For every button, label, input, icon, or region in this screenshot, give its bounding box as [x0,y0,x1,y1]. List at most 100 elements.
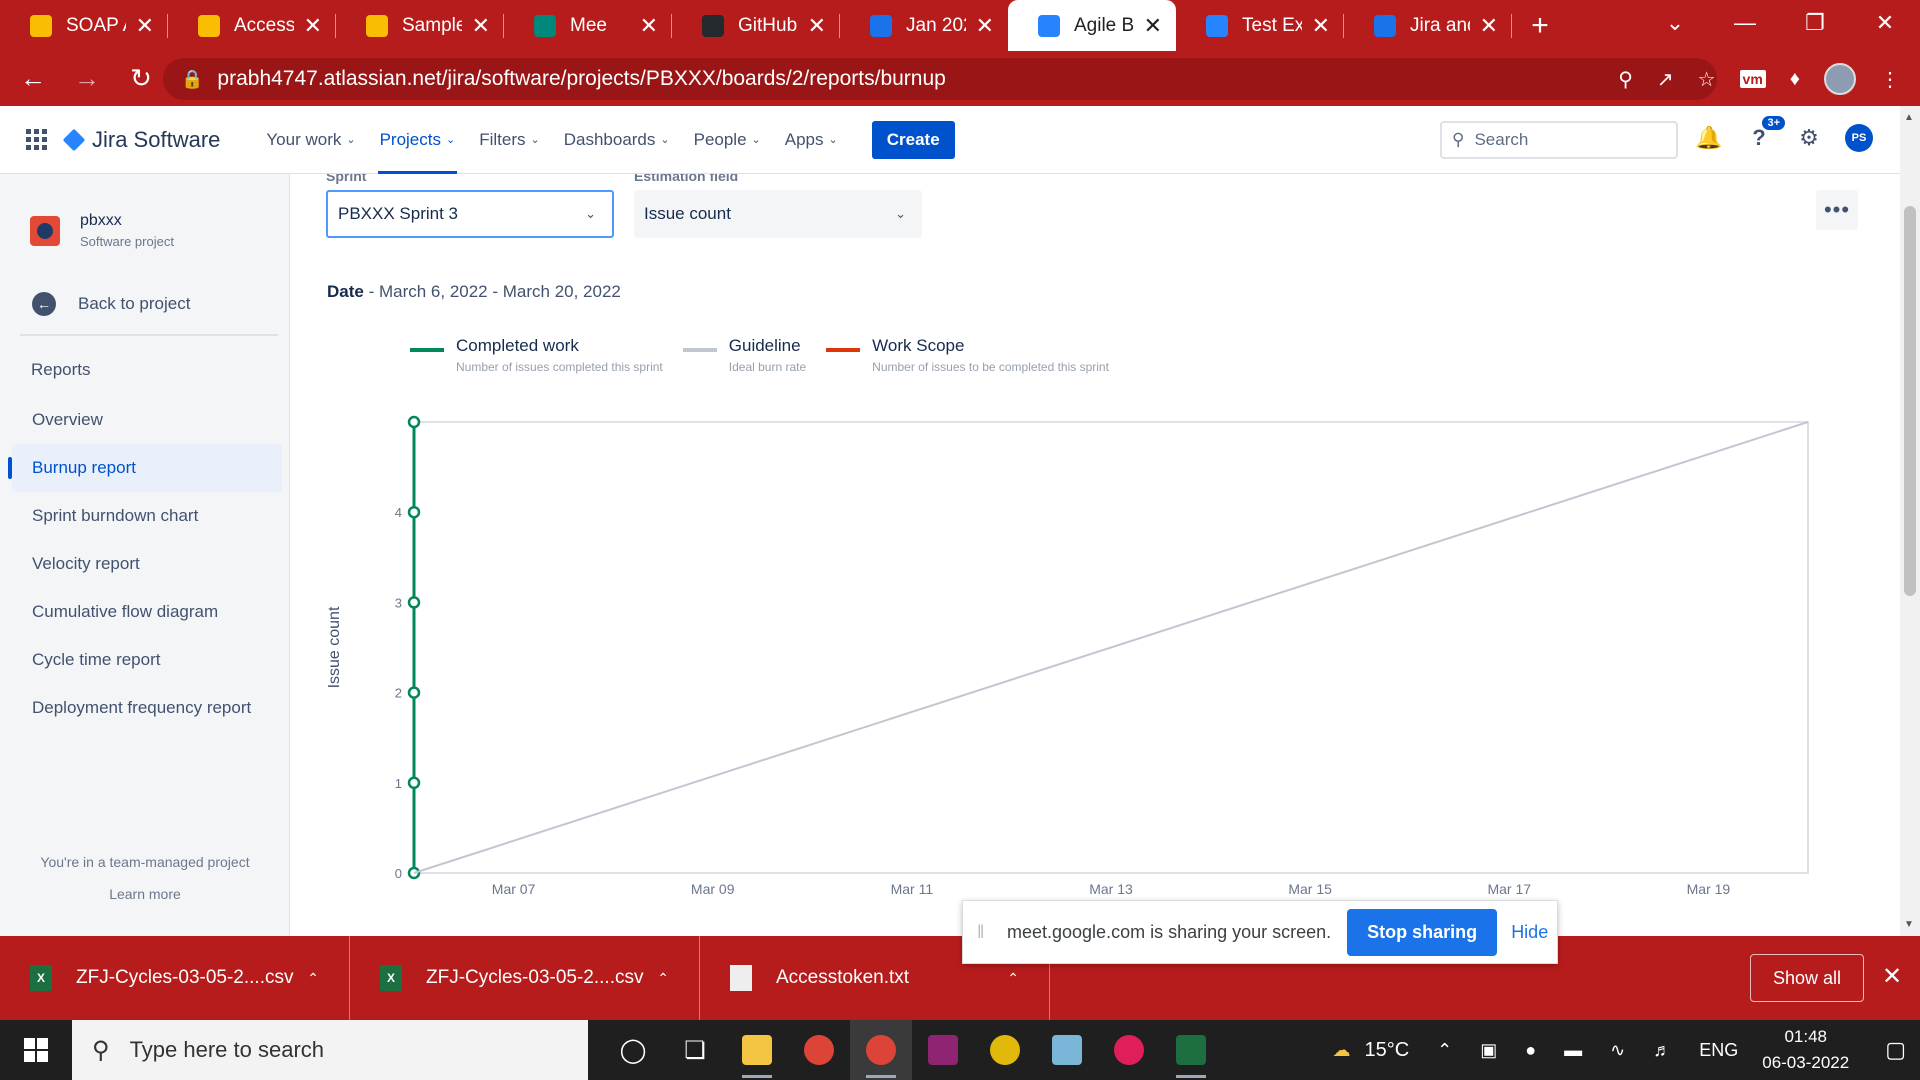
taskbar-search[interactable]: ⚲ Type here to search [72,1020,588,1080]
sidebar-item-burnup-report[interactable]: Burnup report [8,444,282,492]
microphone-icon[interactable]: ● [1525,1040,1536,1061]
settings-gear-icon[interactable]: ⚙ [1795,124,1823,152]
weather-temp[interactable]: 15°C [1364,1039,1409,1062]
winrar-icon[interactable] [912,1020,974,1080]
browser-tab[interactable]: Sample D ✕ [336,0,504,51]
back-to-project-link[interactable]: ← Back to project [32,292,190,316]
download-item[interactable]: X ZFJ-Cycles-03-05-2....csv ⌃ [0,936,350,1020]
browser-tab[interactable]: Jira and ✕ [1344,0,1512,51]
new-tab-button[interactable]: + [1512,0,1568,51]
stop-sharing-button[interactable]: Stop sharing [1347,908,1498,956]
help-icon[interactable]: ? 3+ [1745,116,1785,152]
sidebar-item-velocity-report[interactable]: Velocity report [12,540,282,588]
excel-icon[interactable] [1160,1020,1222,1080]
learn-more-link[interactable]: Learn more [0,886,290,902]
create-button[interactable]: Create [871,120,955,159]
clock[interactable]: 01:48 06-03-2022 [1762,1024,1849,1076]
page-scrollbar[interactable]: ▲ ▼ [1900,106,1920,936]
bookmark-star-icon[interactable]: ☆ [1698,67,1716,92]
project-header[interactable]: pbxxx Software project [30,212,174,249]
chevron-up-icon[interactable]: ⌃ [657,970,669,987]
nav-item-filters[interactable]: Filters ⌄ [469,106,550,174]
browser-tab[interactable]: Agile Bo ✕ [1008,0,1176,51]
tray-up-chevron-icon[interactable]: ⌃ [1437,1040,1452,1061]
nav-item-dashboards[interactable]: Dashboards ⌄ [554,106,680,174]
restore-button[interactable]: ❐ [1780,0,1850,45]
meet-now-icon[interactable]: ▣ [1480,1040,1497,1061]
chevron-up-icon[interactable]: ⌃ [1007,970,1019,987]
close-tab-icon[interactable]: ✕ [1144,13,1162,39]
jira-diamond-icon [62,128,86,151]
nav-item-projects[interactable]: Projects ⌄ [370,106,466,174]
language-indicator[interactable]: ENG [1699,1040,1738,1061]
browser-tab[interactable]: Test Exec ✕ [1176,0,1344,51]
nav-item-your-work[interactable]: Your work ⌄ [256,106,365,174]
excel-icon: X [380,965,402,991]
chatgpt-icon[interactable] [974,1020,1036,1080]
minimize-button[interactable]: — [1710,0,1780,45]
search-input[interactable]: ⚲ Search [1440,121,1678,159]
scroll-thumb[interactable] [1904,206,1916,596]
show-all-button[interactable]: Show all [1750,954,1865,1002]
notifications-bell-icon[interactable]: 🔔 [1695,124,1723,152]
scroll-down-arrow-icon[interactable]: ▼ [1904,919,1914,930]
notifications-icon[interactable]: ▢ [1885,1037,1906,1063]
jira-logo[interactable]: Jira Software [62,127,220,153]
url-bar[interactable]: 🔒 prabh4747.atlassian.net/jira/software/… [163,58,1717,100]
close-tab-icon[interactable]: ✕ [472,13,490,39]
file-explorer-icon[interactable] [726,1020,788,1080]
battery-icon[interactable]: ▬ [1564,1040,1582,1061]
scroll-up-arrow-icon[interactable]: ▲ [1904,112,1914,123]
hide-button[interactable]: Hide [1511,922,1548,943]
download-item[interactable]: X ZFJ-Cycles-03-05-2....csv ⌃ [350,936,700,1020]
tab-search-icon[interactable]: ⌄ [1640,0,1710,45]
chrome-active-icon[interactable] [850,1020,912,1080]
share-icon[interactable]: ↗ [1657,67,1674,92]
sidebar-item-cycle-time-report[interactable]: Cycle time report [12,636,282,684]
volume-icon[interactable]: ♬ [1653,1040,1671,1061]
close-tab-icon[interactable]: ✕ [136,13,154,39]
close-tab-icon[interactable]: ✕ [640,13,658,39]
start-button[interactable] [0,1020,72,1080]
team-managed-note: You're in a team-managed project [40,854,250,870]
forward-arrow-icon[interactable]: → [66,63,108,94]
vm-extension-icon[interactable]: vm [1739,70,1766,88]
close-tab-icon[interactable]: ✕ [304,13,322,39]
jira-icon [1038,14,1060,37]
close-tab-icon[interactable]: ✕ [1312,13,1330,39]
weather-icon[interactable]: ☁ [1332,1040,1350,1061]
close-window-button[interactable]: ✕ [1850,0,1920,45]
app-switcher-icon[interactable] [26,128,48,151]
reload-icon[interactable]: ↻ [120,63,162,94]
sidebar-item-overview[interactable]: Overview [12,396,282,444]
sidebar-item-sprint-burndown-chart[interactable]: Sprint burndown chart [12,492,282,540]
task-view-icon[interactable]: ❏ [664,1020,726,1080]
nav-item-apps[interactable]: Apps ⌄ [775,106,848,174]
sidebar-item-deployment-frequency-report[interactable]: Deployment frequency report [12,684,282,732]
user-avatar[interactable]: PS [1845,124,1873,152]
browser-tab[interactable]: GitHub ✕ [672,0,840,51]
nav-item-people[interactable]: People ⌄ [684,106,771,174]
zoom-icon[interactable]: ⚲ [1618,67,1633,92]
browser-tab[interactable]: Accessto ✕ [168,0,336,51]
puzzle-extensions-icon[interactable]: ♦ [1790,68,1800,91]
browser-tab[interactable]: SOAP AP ✕ [0,0,168,51]
close-tab-icon[interactable]: ✕ [808,13,826,39]
back-arrow-icon[interactable]: ← [12,63,54,94]
close-downloads-icon[interactable]: ✕ [1882,962,1902,991]
sidebar-item-cumulative-flow-diagram[interactable]: Cumulative flow diagram [12,588,282,636]
wifi-icon[interactable]: ∿ [1610,1040,1625,1061]
browser-menu-icon[interactable]: ⋮ [1880,67,1900,92]
notepad-icon[interactable] [1036,1020,1098,1080]
drag-handle-icon[interactable]: ‖ [977,922,997,943]
browser-tab[interactable]: Jan 2022 ✕ [840,0,1008,51]
slack-icon[interactable] [1098,1020,1160,1080]
cortana-icon[interactable]: ◯ [602,1020,664,1080]
browser-tab[interactable]: Mee ✕ [504,0,672,51]
close-tab-icon[interactable]: ✕ [976,13,994,39]
chrome-icon[interactable] [788,1020,850,1080]
profile-avatar[interactable] [1824,63,1856,95]
chevron-up-icon[interactable]: ⌃ [307,970,319,987]
github-icon [702,14,724,37]
close-tab-icon[interactable]: ✕ [1480,13,1498,39]
